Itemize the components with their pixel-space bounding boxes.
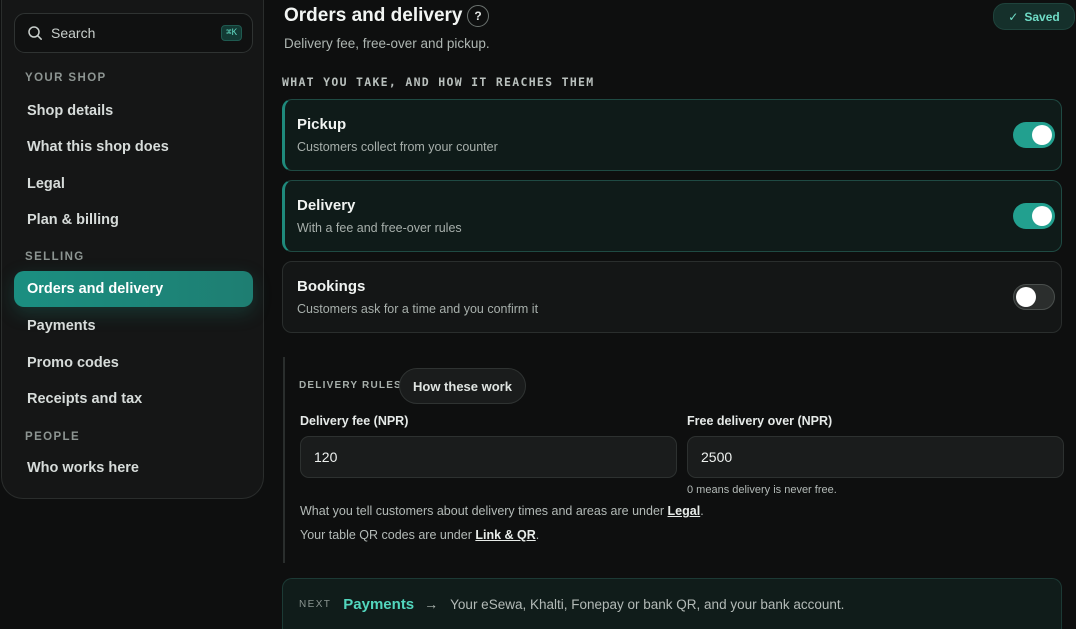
option-name: Bookings [297,278,366,295]
search-input[interactable]: Search ⌘K [14,13,253,53]
saved-status-label: Saved [1024,9,1060,24]
toggle-knob [1016,287,1036,307]
saved-status-badge: ✓ Saved [993,3,1075,30]
legal-link[interactable]: Legal [668,504,701,518]
option-card-bookings[interactable]: Bookings Customers ask for a time and yo… [282,261,1062,333]
nav-section-selling: SELLING [25,251,85,263]
qr-note: Your table QR codes are under Link & QR. [300,528,539,542]
nav-section-your-shop: YOUR SHOP [25,72,107,84]
toggle-knob [1032,206,1052,226]
free-over-label: Free delivery over (NPR) [687,414,833,428]
sidebar-item-who-works-here[interactable]: Who works here [14,450,253,486]
settings-sidebar: Search ⌘K YOUR SHOP Shop details What th… [1,0,264,499]
next-step-banner[interactable]: NEXT Payments → Your eSewa, Khalti, Fone… [282,578,1062,629]
option-name: Delivery [297,197,356,214]
search-icon [28,26,42,40]
option-name: Pickup [297,116,347,133]
option-card-pickup[interactable]: Pickup Customers collect from your count… [282,99,1062,171]
how-these-work-button[interactable]: How these work [399,368,526,404]
toggle-knob [1032,125,1052,145]
delivery-toggle[interactable] [1013,203,1055,229]
note-text: What you tell customers about delivery t… [300,504,668,518]
sidebar-item-what-this-shop-does[interactable]: What this shop does [14,129,253,165]
option-description: With a fee and free-over rules [297,221,462,235]
next-description: Your eSewa, Khalti, Fonepay or bank QR, … [450,596,845,612]
note-text: . [535,528,540,542]
option-description: Customers ask for a time and you confirm… [297,302,539,316]
sidebar-item-receipts-and-tax[interactable]: Receipts and tax [14,381,253,417]
nav-section-people: PEOPLE [25,431,81,443]
delivery-rules-panel: DELIVERY RULES How these work Delivery f… [283,357,1064,563]
free-over-hint: 0 means delivery is never free. [687,484,837,496]
sidebar-item-plan-billing[interactable]: Plan & billing [14,202,253,238]
option-description: Customers collect from your counter [297,140,498,154]
section-label-fulfillment: WHAT YOU TAKE, AND HOW IT REACHES THEM [282,75,595,89]
question-icon[interactable]: ? [467,5,489,27]
free-over-input[interactable]: 2500 [687,436,1064,478]
arrow-right-icon: → [424,596,439,612]
note-text: Your table QR codes are under [300,528,476,542]
option-card-delivery[interactable]: Delivery With a fee and free-over rules [282,180,1062,252]
next-keyword: NEXT [299,598,332,610]
bookings-toggle[interactable] [1013,284,1055,310]
next-target-link[interactable]: Payments [343,596,414,613]
sidebar-item-shop-details[interactable]: Shop details [14,93,253,129]
delivery-rules-label: DELIVERY RULES [299,380,402,391]
sidebar-item-orders-and-delivery[interactable]: Orders and delivery [14,271,253,307]
page-subtitle: Delivery fee, free-over and pickup. [284,36,490,51]
sidebar-item-promo-codes[interactable]: Promo codes [14,345,253,381]
page-title: Orders and delivery [284,5,463,26]
link-and-qr-link[interactable]: Link & QR [475,528,535,542]
delivery-fee-input[interactable]: 120 [300,436,677,478]
pickup-toggle[interactable] [1013,122,1055,148]
search-shortcut-badge: ⌘K [221,25,242,41]
delivery-fee-label: Delivery fee (NPR) [300,414,409,428]
note-text: . [700,504,704,518]
search-placeholder: Search [51,25,96,41]
sidebar-item-legal[interactable]: Legal [14,166,253,202]
sidebar-item-payments[interactable]: Payments [14,308,253,344]
check-icon: ✓ [1008,9,1019,24]
delivery-legal-note: What you tell customers about delivery t… [300,504,704,518]
